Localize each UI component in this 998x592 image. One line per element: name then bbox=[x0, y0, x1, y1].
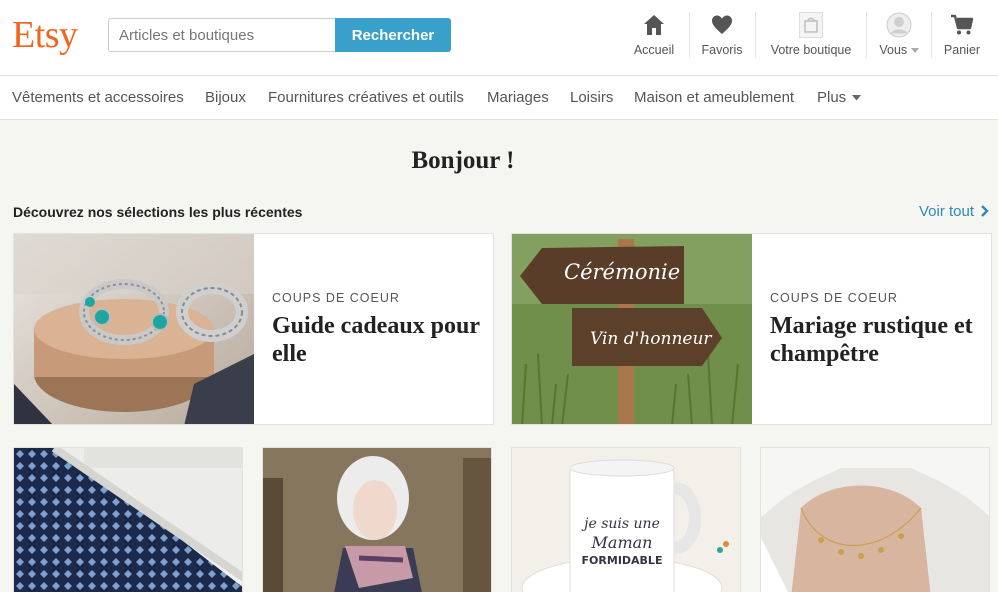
section-title: Découvrez nos sélections les plus récent… bbox=[13, 204, 303, 220]
mug-photo: je suis une Maman FORMIDABLE bbox=[512, 448, 740, 592]
category-more[interactable]: Plus bbox=[817, 89, 862, 106]
feature-kicker: COUPS DE COEUR bbox=[770, 291, 898, 305]
search-button[interactable]: Rechercher bbox=[335, 18, 451, 52]
nav-you[interactable]: Vous bbox=[873, 12, 925, 64]
feature-image-signpost: Cérémonie Vin d'honneur bbox=[512, 234, 752, 424]
feature-kicker: COUPS DE COEUR bbox=[272, 291, 400, 305]
cart-icon bbox=[951, 14, 974, 35]
nav-favorites[interactable]: Favoris bbox=[696, 12, 748, 64]
nav-you-label: Vous bbox=[879, 43, 908, 57]
feature-card-rustic-wedding[interactable]: Cérémonie Vin d'honneur COUPS DE COEUR M… bbox=[511, 233, 992, 425]
listing-tile[interactable] bbox=[760, 447, 990, 592]
listing-tile[interactable] bbox=[262, 447, 492, 592]
feature-image-rings bbox=[14, 234, 254, 424]
feature-card-gift-guide[interactable]: COUPS DE COEUR Guide cadeaux pour elle bbox=[13, 233, 494, 425]
category-more-label: Plus bbox=[817, 89, 847, 106]
chevron-right-icon bbox=[981, 205, 989, 217]
category-clothing[interactable]: Vêtements et accessoires bbox=[12, 89, 184, 106]
nav-favorites-label: Favoris bbox=[701, 43, 743, 57]
sign-ceremony-text: Cérémonie bbox=[564, 260, 680, 284]
nav-home-label: Accueil bbox=[633, 43, 675, 57]
see-all-link[interactable]: Voir tout bbox=[919, 203, 989, 220]
etsy-logo[interactable]: Etsy bbox=[12, 15, 78, 55]
scarf-model-photo bbox=[263, 448, 491, 592]
feature-title: Mariage rustique et champêtre bbox=[770, 313, 973, 367]
nav-your-shop[interactable]: Votre boutique bbox=[763, 12, 859, 64]
mug-text-line3: FORMIDABLE bbox=[582, 554, 663, 567]
heart-icon bbox=[712, 15, 732, 34]
listing-tile[interactable] bbox=[13, 447, 243, 592]
house-icon bbox=[644, 15, 664, 35]
category-craft-supplies[interactable]: Fournitures créatives et outils bbox=[268, 89, 464, 106]
category-weddings[interactable]: Mariages bbox=[487, 89, 549, 106]
nav-cart[interactable]: Panier bbox=[938, 12, 986, 64]
necklace-photo bbox=[761, 448, 989, 592]
avatar bbox=[886, 12, 912, 38]
greeting-heading: Bonjour ! bbox=[411, 147, 515, 174]
search-input[interactable] bbox=[108, 18, 336, 52]
wedding-sign-photo: Cérémonie Vin d'honneur bbox=[512, 234, 752, 424]
shop-bag-icon bbox=[799, 12, 823, 38]
caret-down-icon bbox=[910, 47, 919, 53]
mug-text-line1: je suis une bbox=[581, 516, 660, 532]
nav-home[interactable]: Accueil bbox=[626, 12, 682, 64]
caret-down-icon bbox=[852, 95, 862, 101]
category-jewelry[interactable]: Bijoux bbox=[205, 89, 246, 106]
see-all-label: Voir tout bbox=[919, 203, 975, 220]
mug-text-line2: Maman bbox=[591, 533, 653, 552]
sign-reception-text: Vin d'honneur bbox=[590, 329, 712, 349]
doormat-photo bbox=[14, 448, 242, 592]
listing-tile[interactable]: je suis une Maman FORMIDABLE bbox=[511, 447, 741, 592]
category-home-living[interactable]: Maison et ameublement bbox=[634, 89, 794, 106]
rings-photo bbox=[14, 234, 254, 424]
category-hobbies[interactable]: Loisirs bbox=[570, 89, 613, 106]
nav-your-shop-label: Votre boutique bbox=[770, 43, 852, 57]
category-bar: Vêtements et accessoires Bijoux Fournitu… bbox=[0, 76, 998, 120]
nav-cart-label: Panier bbox=[943, 43, 981, 57]
feature-title: Guide cadeaux pour elle bbox=[272, 313, 480, 367]
site-header: Etsy Rechercher Accueil Favoris Votre bo… bbox=[0, 0, 998, 76]
